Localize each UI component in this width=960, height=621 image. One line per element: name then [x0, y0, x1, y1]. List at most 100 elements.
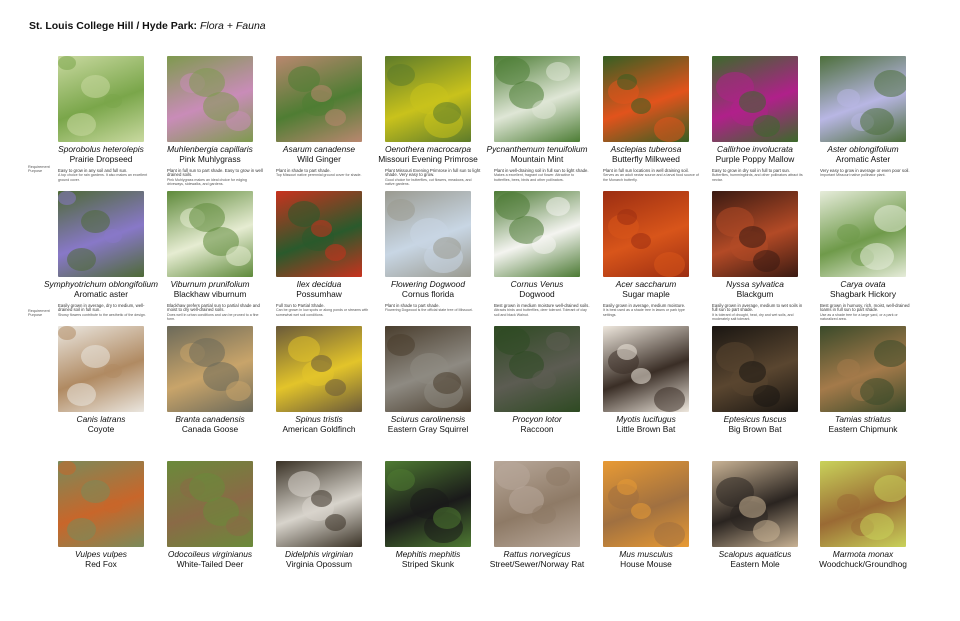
scientific-name: Symphyotrichum oblongifolium	[43, 279, 159, 289]
scientific-name: Cornus Venus	[510, 279, 564, 289]
species-card: Acer saccharum Sugar maple Easily grown in…	[603, 191, 689, 317]
common-name: Prairie Dropseed	[69, 154, 133, 164]
scientific-name: Procyon lotor	[512, 414, 562, 424]
scientific-name: Viburnum prunifolium	[170, 279, 250, 289]
common-name: Missouri Evening Primrose	[378, 154, 478, 164]
requirement-text: Easily grown in average, dry to medium, …	[58, 303, 145, 313]
scientific-name: Branta canadensis	[175, 414, 245, 424]
purpose-text: Serves as an adult nectar source and a l…	[603, 173, 699, 182]
requirement-purpose-note: Full Sun to Partial Shade. Can be grown i…	[276, 303, 372, 317]
requirement-purpose-note: Plant in full sun to part shade. Easy to…	[167, 168, 263, 186]
common-name: Butterfly Milkweed	[612, 154, 680, 164]
species-photo	[385, 461, 471, 547]
species-card: Odocoileus virginianus White-Tailed Deer	[167, 461, 253, 569]
species-photo	[276, 461, 362, 547]
species-card: Nyssa sylvatica Blackgum Easily grown in a…	[712, 191, 802, 321]
common-name: Pink Muhlygrass	[179, 154, 241, 164]
purpose-text: Can be grown in low spots or along ponds…	[276, 308, 369, 317]
common-name: Cornus florida	[401, 289, 455, 299]
purpose-text: Does well in urban conditions and can be…	[167, 312, 259, 321]
species-photo	[58, 326, 144, 412]
species-photo	[276, 56, 362, 142]
species-photo	[603, 326, 689, 412]
purpose-text: Important Missouri native pollinator pla…	[820, 173, 886, 178]
species-photo	[820, 191, 906, 277]
species-card: Branta canadensis Canada Goose	[167, 326, 253, 434]
scientific-name: Myotis lucifugus	[616, 414, 676, 424]
common-name: Eastern Chipmunk	[828, 424, 898, 434]
purpose-text: Showy flowers contribute to the aestheti…	[58, 312, 146, 317]
purpose-text: Attracts birds and butterflies, deer tol…	[494, 308, 587, 317]
common-name: Wild Ginger	[297, 154, 341, 164]
requirement-label-row1: Requirement Purpose	[28, 165, 50, 174]
species-photo	[385, 326, 471, 412]
plants-row1: Sporobolus heterolepis Prairie Dropseed Ea…	[58, 56, 918, 186]
common-name: American Goldfinch	[282, 424, 356, 434]
species-card: Rattus norvegicus Street/Sewer/Norway Rat	[490, 461, 584, 569]
requirement-purpose-note: Plant in full sun locations in well drai…	[603, 168, 699, 182]
purpose-text: A top choice for rain gardens. It also m…	[58, 173, 148, 182]
purpose-label: Purpose	[28, 313, 43, 318]
species-card: Tamias striatus Eastern Chipmunk	[820, 326, 906, 434]
species-photo	[276, 191, 362, 277]
species-photo	[494, 461, 580, 547]
requirement-text: Best grown in humusy, rich, moist, well-…	[820, 303, 910, 313]
requirement-purpose-note: Best grown in medium moisture well-drain…	[494, 303, 590, 317]
scientific-name: Flowering Dogwood	[390, 279, 466, 289]
species-card: Oenothera macrocarpa Missouri Evening Pri…	[378, 56, 480, 186]
scientific-name: Muhlenbergia capillaris	[167, 144, 253, 154]
species-photo	[820, 56, 906, 142]
requirement-label: Requirement	[28, 165, 50, 169]
common-name: Dogwood	[519, 289, 555, 299]
scientific-name: Canis latrans	[76, 414, 126, 424]
scientific-name: Marmota monax	[832, 549, 894, 559]
common-name: Red Fox	[85, 559, 117, 569]
species-card: Sporobolus heterolepis Prairie Dropseed Ea…	[58, 56, 148, 182]
purpose-text: Butterflies, hummingbirds, and other pol…	[712, 173, 803, 182]
requirement-text: Plant Missouri Evening Primrose in full …	[385, 168, 481, 178]
species-photo	[712, 56, 798, 142]
common-name: Aromatic Aster	[835, 154, 891, 164]
species-card: Pycnanthemum tenuifolium Mountain Mint Pla…	[486, 56, 589, 182]
scientific-name: Acer saccharum	[615, 279, 677, 289]
requirement-purpose-note: Plant in shade to part shade. Flowering D…	[385, 303, 481, 313]
requirement-purpose-note: Very easy to grow in average or even poo…	[820, 168, 916, 178]
scientific-name: Pycnanthemum tenuifolium	[486, 144, 588, 154]
purpose-text: Makes a excellent, fragrant cut flower. …	[494, 173, 575, 182]
common-name: Canada Goose	[181, 424, 239, 434]
species-card: Cornus Venus Dogwood Best grown in medium …	[494, 191, 590, 317]
species-card: Mephitis mephitis Striped Skunk	[385, 461, 471, 569]
species-card: Vulpes vulpes Red Fox	[58, 461, 144, 569]
species-card: Sciurus carolinensis Eastern Gray Squirre…	[385, 326, 471, 434]
common-name: Possumhaw	[296, 289, 342, 299]
requirement-purpose-note: Best grown in humusy, rich, moist, well-…	[820, 303, 916, 321]
species-photo	[494, 191, 580, 277]
species-photo	[820, 461, 906, 547]
species-photo	[385, 56, 471, 142]
species-photo	[712, 326, 798, 412]
purpose-text: Pink Muhlygrass makes an ideal choice fo…	[167, 177, 247, 186]
scientific-name: Spinus tristis	[295, 414, 343, 424]
requirement-label: Requirement	[28, 309, 50, 313]
scientific-name: Asarum canadense	[282, 144, 356, 154]
common-name: Coyote	[87, 424, 115, 434]
requirement-purpose-note: Blackhaw prefers partial sun to partial …	[167, 303, 263, 321]
species-photo	[712, 191, 798, 277]
requirement-purpose-note: Plant Missouri Evening Primrose in full …	[385, 168, 481, 186]
species-card: Mus musculus House Mouse	[603, 461, 689, 569]
plants-row2: Symphyotrichum oblongifolium Aromatic ast…	[44, 191, 918, 321]
page-title-location: St. Louis College Hill / Hyde Park:	[29, 20, 198, 32]
species-photo	[167, 56, 253, 142]
species-photo	[167, 326, 253, 412]
scientific-name: Oenothera macrocarpa	[384, 144, 472, 154]
species-card: Viburnum prunifolium Blackhaw viburnum Bla…	[167, 191, 260, 321]
scientific-name: Aster oblongifolium	[827, 144, 899, 154]
species-photo	[58, 461, 144, 547]
species-card: Eptesicus fuscus Big Brown Bat	[712, 326, 798, 434]
purpose-text: Use as a shade tree for a large yard, or…	[820, 312, 898, 321]
requirement-purpose-note: Easily grown in average, medium to wet s…	[712, 303, 808, 321]
common-name: Eastern Gray Squirrel	[387, 424, 469, 434]
common-name: Raccoon	[520, 424, 554, 434]
purpose-text: Top Missouri native perennial ground cov…	[276, 173, 362, 178]
scientific-name: Asclepias tuberosa	[610, 144, 682, 154]
